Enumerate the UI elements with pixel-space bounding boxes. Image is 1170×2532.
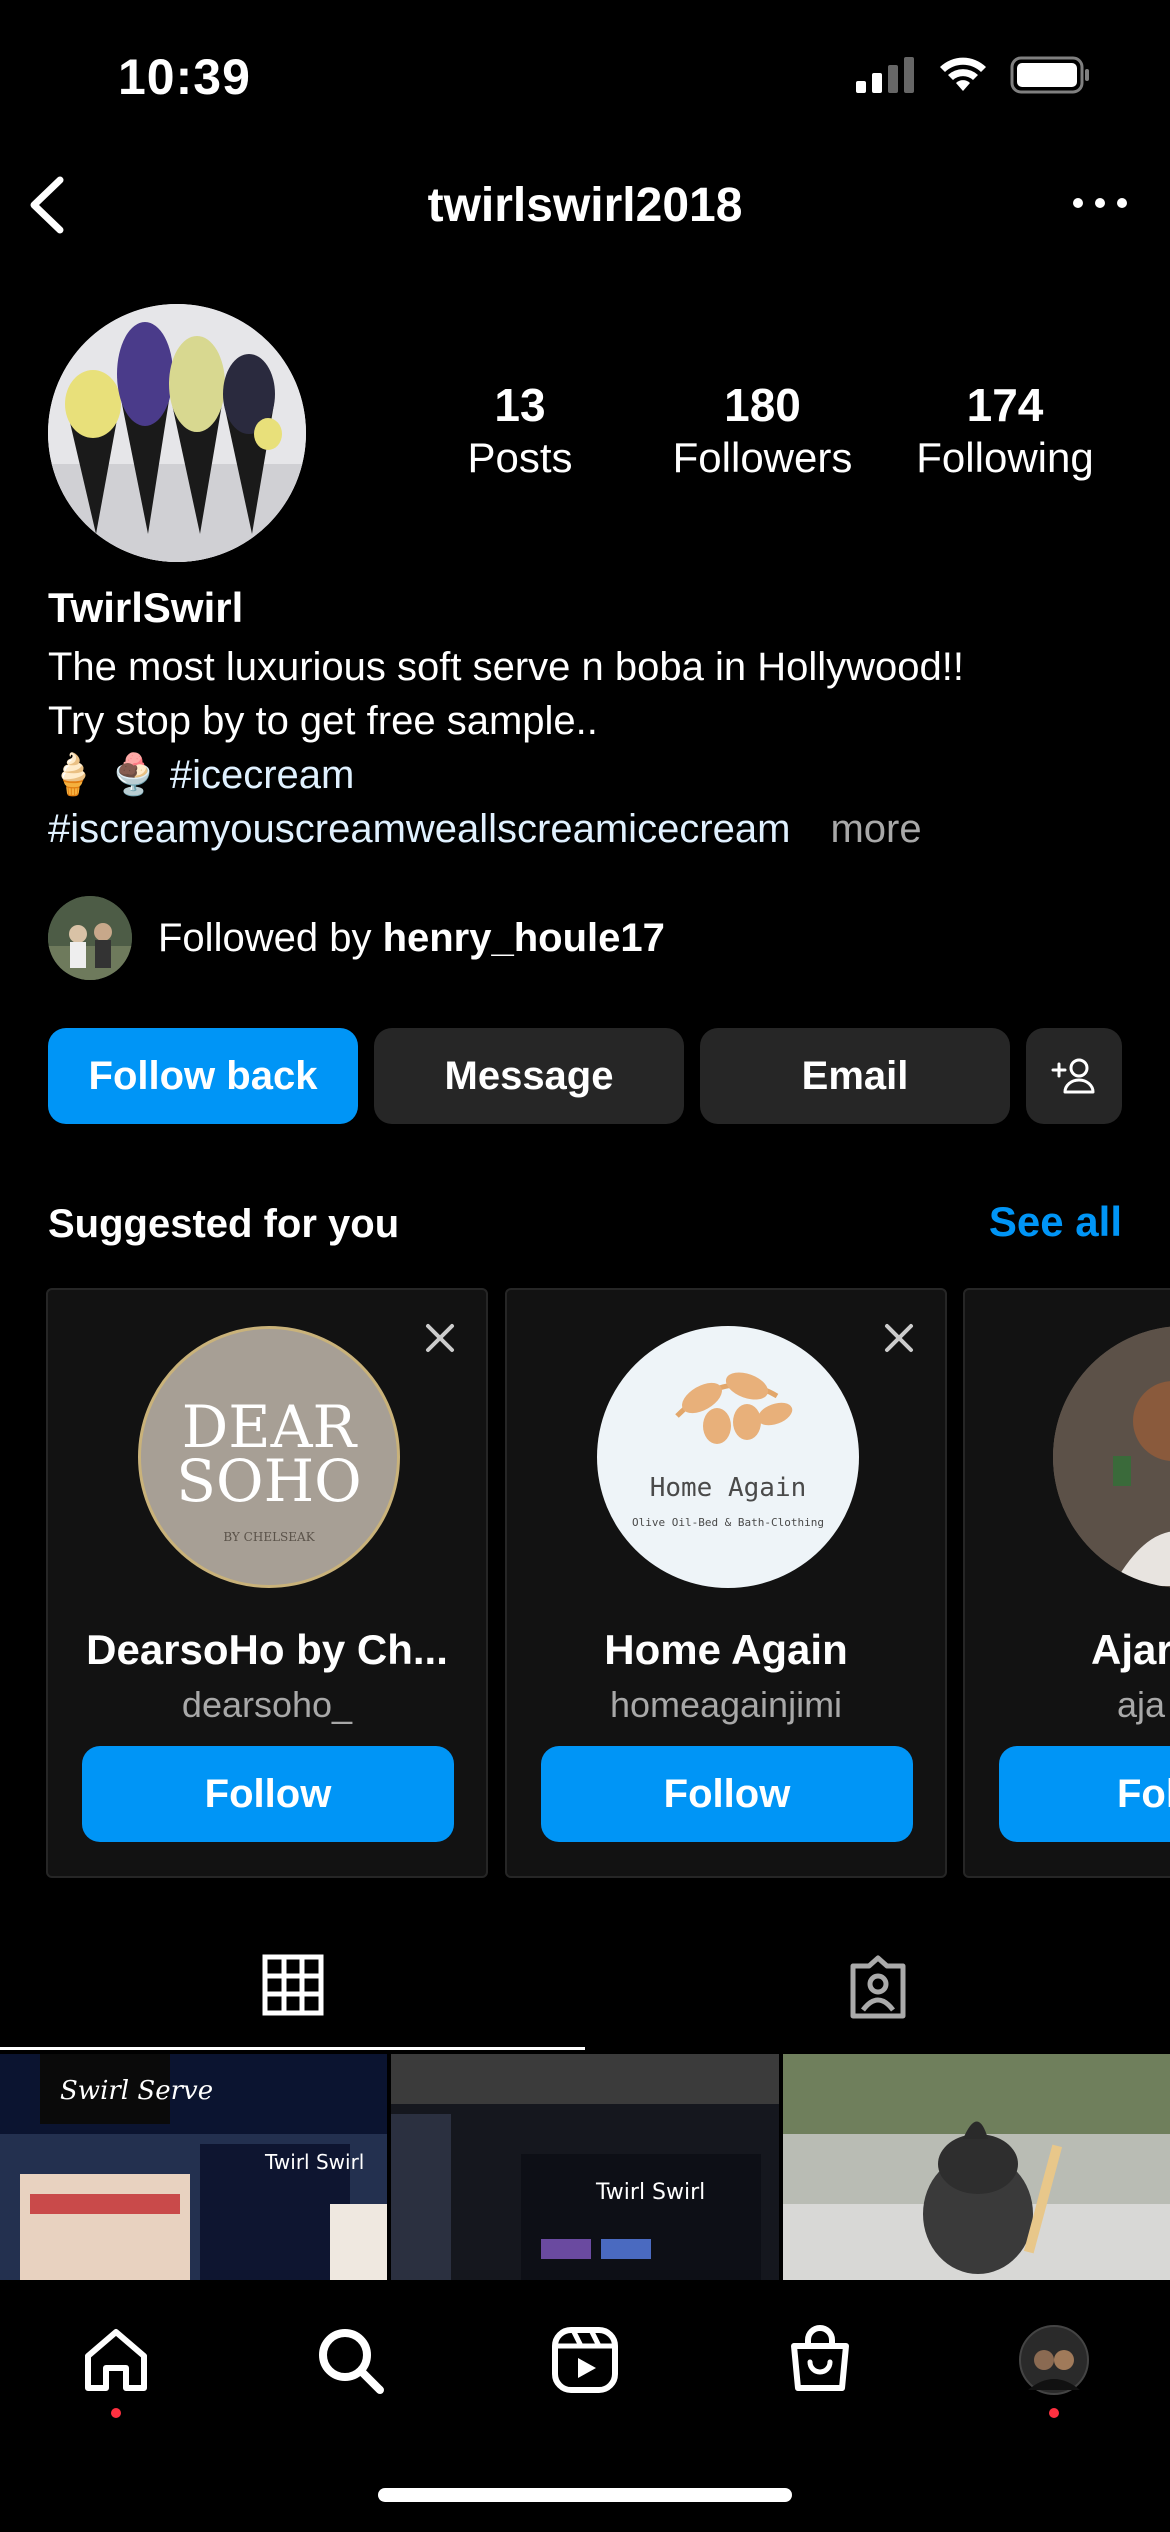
suggestion-username: aja xyxy=(1117,1684,1170,1726)
storefront-night-photo: Twirl Swirl xyxy=(391,2054,779,2280)
bio-more-link[interactable]: more xyxy=(830,807,921,851)
battery-icon xyxy=(1010,56,1089,94)
message-button[interactable]: Message xyxy=(374,1028,684,1124)
follow-button[interactable]: Fol xyxy=(999,1746,1170,1842)
svg-text:Swirl Serve: Swirl Serve xyxy=(60,2076,213,2106)
logo-text-home-again: Home Again xyxy=(650,1473,807,1503)
stat-followers[interactable]: 180 Followers xyxy=(650,378,875,484)
reels-icon xyxy=(552,2327,618,2393)
storefront-sign: Twirl Swirl xyxy=(595,2180,705,2205)
following-count: 174 xyxy=(966,379,1044,431)
nav-profile[interactable] xyxy=(1014,2320,1094,2400)
hashtag-link[interactable]: #icecream xyxy=(170,753,355,797)
followed-by[interactable]: Followed by henry_houle17 xyxy=(48,896,665,980)
search-icon xyxy=(319,2329,384,2394)
profile-avatar[interactable] xyxy=(48,304,306,562)
grid-post[interactable]: Twirl Swirl xyxy=(391,2054,779,2280)
suggestion-card[interactable]: Home Again Olive Oil-Bed & Bath-Clothing… xyxy=(505,1288,947,1878)
grid-post[interactable]: Swirl Serve Twirl Swirl xyxy=(0,2054,387,2280)
posts-label: Posts xyxy=(467,434,573,481)
suggestion-card[interactable]: DEAR SOHO BY CHELSEAK DearsoHo by Ch... … xyxy=(46,1288,488,1878)
profile-notification-dot xyxy=(1049,2408,1059,2418)
see-all-link[interactable]: See all xyxy=(989,1198,1122,1246)
follow-button[interactable]: Follow xyxy=(82,1746,454,1842)
stat-following[interactable]: 174 Following xyxy=(895,378,1115,484)
mutual-follower-avatar xyxy=(48,896,132,980)
nav-reels[interactable] xyxy=(545,2320,625,2400)
tab-posts-grid[interactable] xyxy=(0,1940,585,2050)
grid-post[interactable] xyxy=(783,2054,1170,2280)
hashtag-link[interactable]: #iscreamyouscreamweallscreamicecream xyxy=(48,807,790,851)
display-name: TwirlSwirl xyxy=(48,584,244,631)
followers-count: 180 xyxy=(724,379,801,431)
dearsoho-logo: DEAR SOHO BY CHELSEAK xyxy=(176,1393,361,1544)
follow-back-button[interactable]: Follow back xyxy=(48,1028,358,1124)
followed-by-username[interactable]: henry_houle17 xyxy=(383,916,665,960)
close-icon[interactable] xyxy=(422,1320,458,1356)
cellular-signal-icon xyxy=(856,57,914,93)
bio-line-4: #iscreamyouscreamweallscreamicecream more xyxy=(48,802,1148,856)
suggestion-name[interactable]: DearsoHo by Ch... xyxy=(48,1626,486,1674)
stat-posts[interactable]: 13 Posts xyxy=(440,378,600,484)
nav-search[interactable] xyxy=(310,2320,390,2400)
bio-line-3: 🍦 🍨 #icecream xyxy=(48,748,1148,802)
shopping-bag-icon xyxy=(791,2325,849,2391)
bio-line-1: The most luxurious soft serve n boba in … xyxy=(48,645,964,689)
following-label: Following xyxy=(916,434,1094,481)
bio-line-2: Try stop by to get free sample.. xyxy=(48,699,598,743)
follow-button-text: Fol xyxy=(1117,1771,1170,1816)
suggestion-username: homeagainjimi xyxy=(609,1684,843,1725)
suggested-title: Suggested for you xyxy=(48,1202,400,1246)
more-options-icon[interactable] xyxy=(1070,188,1130,218)
suggestion-username-text: aja xyxy=(1117,1684,1166,1725)
header-username: twirlswirl2018 xyxy=(427,179,743,232)
suggestion-username: dearsoho_ xyxy=(181,1684,353,1725)
logo-text-soho: SOHO xyxy=(176,1447,361,1515)
nav-home[interactable] xyxy=(76,2320,156,2400)
suggestion-avatar[interactable]: Home Again Olive Oil-Bed & Bath-Clothing xyxy=(597,1326,859,1588)
suggestion-name[interactable]: Home Again xyxy=(507,1626,945,1674)
ice-cream-cones-image xyxy=(48,304,306,562)
status-time: 10:39 xyxy=(118,49,251,105)
home-again-logo: Home Again Olive Oil-Bed & Bath-Clothing xyxy=(632,1372,824,1529)
storefront-photo: Swirl Serve Twirl Swirl xyxy=(0,2054,387,2280)
bio-emojis: 🍦 🍨 xyxy=(48,753,159,797)
grid-icon xyxy=(262,1954,323,2016)
suggestion-name[interactable]: Ajar xyxy=(1091,1626,1170,1674)
mutual-follower-photo xyxy=(48,896,132,980)
profile-avatar-icon xyxy=(1019,2325,1089,2395)
status-icons xyxy=(856,56,1090,94)
followed-by-text: Followed by henry_houle17 xyxy=(158,916,665,961)
profile-header: twirlswirl2018 xyxy=(0,170,1170,240)
suggestion-avatar[interactable]: DEAR SOHO BY CHELSEAK xyxy=(138,1326,400,1588)
close-icon[interactable] xyxy=(881,1320,917,1356)
followers-label: Followers xyxy=(672,434,853,481)
nav-shop[interactable] xyxy=(780,2320,860,2400)
ajar-photo xyxy=(1053,1326,1170,1588)
bio: The most luxurious soft serve n boba in … xyxy=(48,640,1148,856)
followed-by-prefix: Followed by xyxy=(158,915,372,960)
black-soft-serve-photo xyxy=(783,2054,1170,2280)
add-user-icon xyxy=(1051,1058,1095,1094)
suggestion-name-text: Ajar xyxy=(1091,1626,1170,1673)
logo-text-by: BY CHELSEAK xyxy=(223,1530,315,1544)
posts-count: 13 xyxy=(494,379,546,431)
home-notification-dot xyxy=(111,2408,121,2418)
suggestion-avatar[interactable] xyxy=(1053,1326,1170,1588)
wifi-icon xyxy=(940,57,986,91)
storefront-sign: Twirl Swirl xyxy=(264,2150,364,2174)
tab-tagged[interactable] xyxy=(585,1940,1170,2050)
tagged-person-icon xyxy=(850,1955,905,2019)
suggested-users-button[interactable] xyxy=(1026,1028,1122,1124)
suggestion-card[interactable]: Ajar aja Fol xyxy=(963,1288,1170,1878)
email-button[interactable]: Email xyxy=(700,1028,1010,1124)
home-icon xyxy=(85,2329,147,2391)
logo-text-subtitle: Olive Oil-Bed & Bath-Clothing xyxy=(632,1516,824,1529)
follow-button[interactable]: Follow xyxy=(541,1746,913,1842)
home-indicator xyxy=(378,2488,792,2502)
